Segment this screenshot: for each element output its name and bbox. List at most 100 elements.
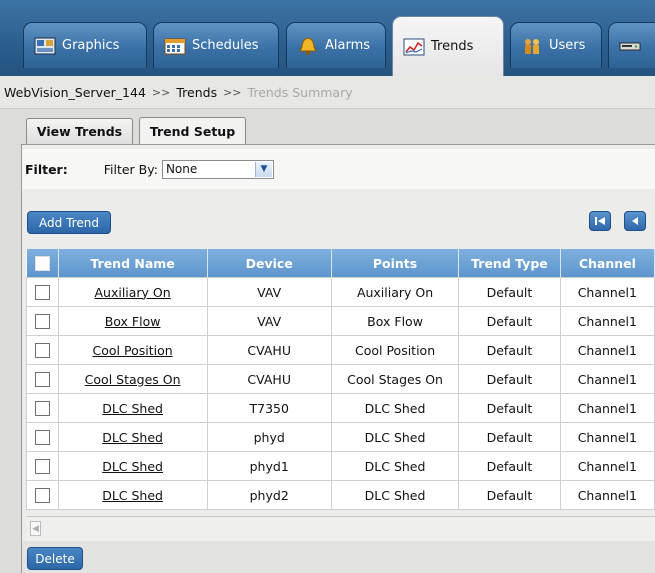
points-cell: Box Flow	[330, 306, 460, 336]
device-cell: CVAHU	[206, 335, 332, 365]
horizontal-scrollbar[interactable]: ◀	[26, 516, 655, 541]
chevron-down-icon[interactable]: ▼	[254, 161, 272, 177]
row-checkbox[interactable]	[34, 314, 50, 329]
points-cell: DLC Shed	[330, 422, 460, 452]
column-header-channel[interactable]: Channel	[560, 249, 655, 278]
select-all-checkbox[interactable]	[34, 256, 50, 271]
device-cell: phyd	[206, 422, 332, 452]
column-header-device[interactable]: Device	[207, 249, 332, 278]
device-cell: CVAHU	[206, 364, 332, 394]
row-checkbox[interactable]	[34, 285, 50, 300]
filter-label: Filter:	[25, 161, 68, 177]
trend-name-link[interactable]: Box Flow	[105, 314, 161, 329]
breadcrumb-current-page: Trends Summary	[247, 84, 353, 100]
points-cell: DLC Shed	[330, 451, 460, 481]
trend-name-link[interactable]: Cool Stages On	[85, 372, 181, 387]
device-cell: phyd1	[206, 451, 332, 481]
previous-page-icon	[632, 217, 638, 225]
channel-cell: Channel1	[559, 277, 655, 307]
device-cell: VAV	[206, 306, 332, 336]
tab-graphics[interactable]: Graphics	[23, 22, 147, 68]
points-cell: Auxiliary On	[330, 277, 460, 307]
devices-icon	[619, 42, 641, 50]
trend-name-link[interactable]: DLC Shed	[102, 401, 163, 416]
channel-cell: Channel1	[559, 480, 655, 510]
trend-type-cell: Default	[458, 393, 561, 423]
tab-trends-label: Trends	[431, 39, 474, 54]
tab-graphics-label: Graphics	[62, 38, 120, 53]
channel-cell: Channel1	[559, 335, 655, 365]
select-all-header	[26, 249, 59, 278]
column-header-trend-type[interactable]: Trend Type	[458, 249, 561, 278]
filter-by-value: None	[165, 162, 198, 176]
device-cell: VAV	[206, 277, 332, 307]
column-header-trend-name[interactable]: Trend Name	[58, 249, 208, 278]
trends-chart-icon	[403, 38, 425, 55]
breadcrumb-trends-link[interactable]: Trends	[176, 85, 217, 100]
graphics-icon	[34, 37, 56, 54]
table-row: Cool Position CVAHU Cool Position Defaul…	[26, 335, 655, 365]
channel-cell: Channel1	[559, 422, 655, 452]
tab-devices[interactable]	[608, 22, 655, 68]
channel-cell: Channel1	[559, 364, 655, 394]
trend-name-link[interactable]: DLC Shed	[102, 430, 163, 445]
trend-type-cell: Default	[458, 364, 561, 394]
add-trend-button[interactable]: Add Trend	[27, 211, 111, 234]
channel-cell: Channel1	[559, 393, 655, 423]
device-cell: phyd2	[206, 480, 332, 510]
footer-bar	[22, 541, 655, 573]
tab-users-label: Users	[549, 38, 586, 53]
trend-name-link[interactable]: Cool Position	[93, 343, 173, 358]
tab-users[interactable]: Users	[510, 22, 602, 68]
table-row: DLC Shed phyd1 DLC Shed Default Channel1	[26, 451, 655, 481]
breadcrumb: WebVision_Server_144 >> Trends >> Trends…	[0, 76, 655, 109]
trend-name-link[interactable]: DLC Shed	[102, 488, 163, 503]
channel-cell: Channel1	[559, 306, 655, 336]
previous-page-button[interactable]	[624, 211, 646, 231]
column-header-points[interactable]: Points	[331, 249, 460, 278]
filter-by-label: Filter By:	[103, 161, 158, 177]
filter-by-select[interactable]: None ▼	[161, 159, 274, 179]
row-checkbox[interactable]	[34, 372, 50, 387]
points-cell: DLC Shed	[330, 480, 460, 510]
trend-type-cell: Default	[458, 306, 561, 336]
trend-name-link[interactable]: Auxiliary On	[94, 285, 170, 300]
scroll-left-arrow-icon[interactable]: ◀	[30, 521, 41, 536]
breadcrumb-server-link[interactable]: WebVision_Server_144	[4, 85, 146, 100]
table-row: Auxiliary On VAV Auxiliary On Default Ch…	[26, 277, 655, 307]
table-header-row: Trend Name Device Points Trend Type Chan…	[26, 249, 655, 278]
subtab-trend-setup[interactable]: Trend Setup	[139, 117, 246, 145]
trend-type-cell: Default	[458, 335, 561, 365]
subtab-view-trends[interactable]: View Trends	[26, 118, 133, 144]
table-row: Cool Stages On CVAHU Cool Stages On Defa…	[26, 364, 655, 394]
table-row: DLC Shed phyd2 DLC Shed Default Channel1	[26, 480, 655, 510]
points-cell: Cool Position	[330, 335, 460, 365]
trend-name-link[interactable]: DLC Shed	[102, 459, 163, 474]
row-checkbox[interactable]	[34, 401, 50, 416]
schedules-icon	[164, 38, 186, 54]
trend-type-cell: Default	[458, 480, 561, 510]
channel-cell: Channel1	[559, 451, 655, 481]
tab-alarms[interactable]: Alarms	[286, 22, 386, 68]
row-checkbox[interactable]	[34, 343, 50, 358]
row-checkbox[interactable]	[34, 459, 50, 474]
breadcrumb-separator: >>	[223, 85, 242, 99]
breadcrumb-separator: >>	[151, 85, 171, 99]
row-checkbox[interactable]	[34, 488, 50, 503]
alarm-bell-icon	[299, 36, 317, 55]
table-row: DLC Shed T7350 DLC Shed Default Channel1	[26, 393, 655, 423]
tab-trends[interactable]: Trends	[392, 16, 504, 76]
delete-button[interactable]: Delete	[27, 547, 83, 570]
tab-schedules[interactable]: Schedules	[153, 22, 279, 68]
tab-schedules-label: Schedules	[192, 38, 259, 53]
filter-row: Filter: Filter By: None ▼	[22, 149, 655, 189]
tab-alarms-label: Alarms	[325, 38, 371, 53]
trend-type-cell: Default	[458, 422, 561, 452]
trend-type-cell: Default	[458, 451, 561, 481]
first-page-icon	[595, 217, 605, 225]
row-checkbox[interactable]	[34, 430, 50, 445]
first-page-button[interactable]	[589, 211, 611, 231]
table-row: Box Flow VAV Box Flow Default Channel1	[26, 306, 655, 336]
trends-table: Trend Name Device Points Trend Type Chan…	[26, 249, 655, 510]
points-cell: DLC Shed	[330, 393, 460, 423]
